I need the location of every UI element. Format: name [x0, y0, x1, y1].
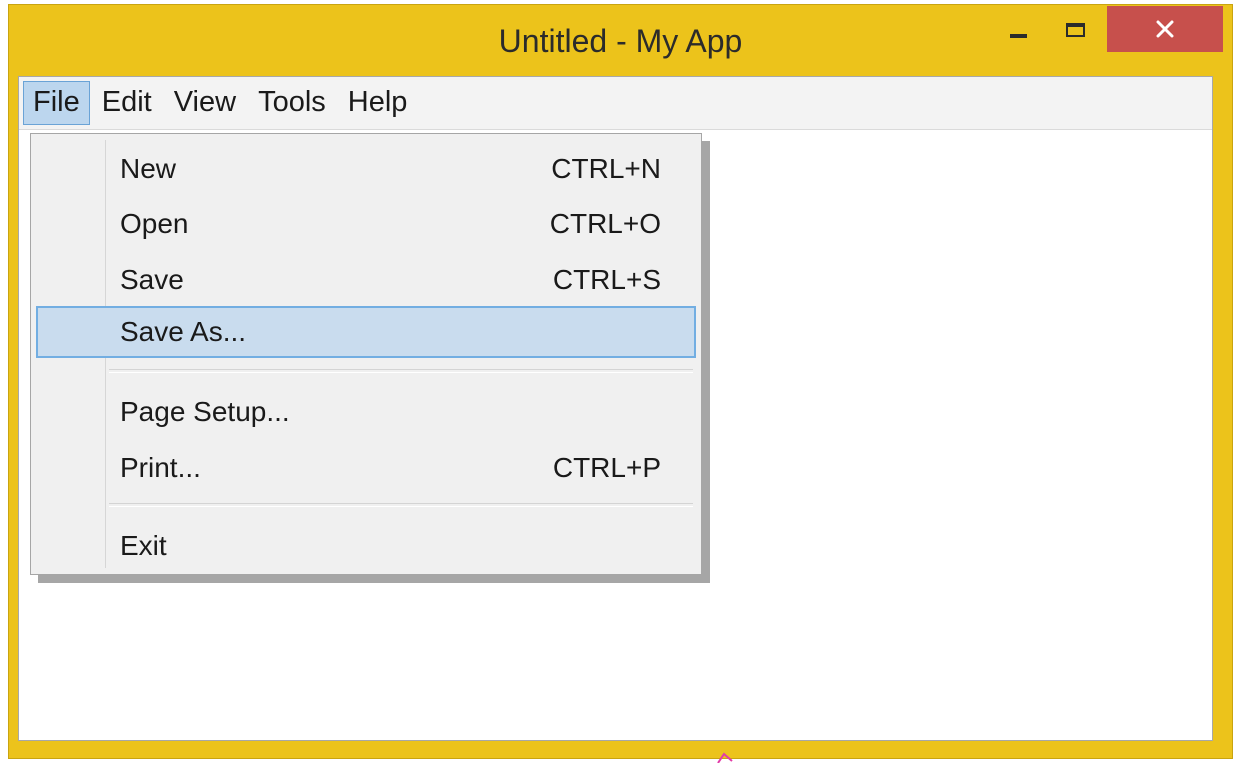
maximize-button[interactable]: [1051, 5, 1099, 55]
menu-bar: File Edit View Tools Help: [19, 77, 1212, 130]
minimize-icon: [1009, 34, 1027, 38]
menu-item-label: New: [120, 153, 177, 184]
menu-item-label: Page Setup...: [120, 396, 290, 427]
title-bar[interactable]: Untitled - My App: [9, 5, 1232, 81]
menu-item-print[interactable]: Print... CTRL+P: [31, 442, 701, 494]
file-menu-dropdown: New CTRL+N Open CTRL+O Save CTRL+S Save …: [30, 133, 702, 575]
close-button[interactable]: [1107, 6, 1223, 52]
menu-item-exit[interactable]: Exit: [31, 520, 701, 572]
menu-item-shortcut: CTRL+S: [552, 264, 661, 295]
menu-item-label: Open: [120, 208, 189, 239]
menu-item-shortcut: CTRL+O: [549, 208, 661, 239]
menu-separator: [109, 369, 693, 373]
menu-tools[interactable]: Tools: [248, 81, 336, 125]
menu-item-save-as[interactable]: Save As...: [36, 306, 696, 358]
window-title: Untitled - My App: [498, 23, 743, 59]
decorative-mark-icon: [717, 752, 733, 763]
menu-item-save[interactable]: Save CTRL+S: [31, 254, 701, 306]
menu-item-shortcut: CTRL+P: [552, 452, 661, 483]
menu-view[interactable]: View: [164, 81, 246, 125]
menu-edit[interactable]: Edit: [92, 81, 162, 125]
menu-item-label: Exit: [120, 530, 167, 561]
minimize-button[interactable]: [994, 5, 1042, 55]
menu-separator: [109, 503, 693, 507]
menu-file[interactable]: File: [23, 81, 90, 125]
menu-item-new[interactable]: New CTRL+N: [31, 143, 701, 195]
menu-item-label: Print...: [120, 452, 201, 483]
menu-help[interactable]: Help: [338, 81, 418, 125]
close-icon: [1156, 20, 1174, 38]
menu-item-shortcut: CTRL+N: [551, 153, 661, 184]
menu-item-label: Save As...: [120, 316, 247, 347]
menu-item-open[interactable]: Open CTRL+O: [31, 198, 701, 250]
maximize-icon: [1065, 23, 1085, 37]
menu-item-label: Save: [120, 264, 184, 295]
menu-item-page-setup[interactable]: Page Setup...: [31, 386, 701, 438]
